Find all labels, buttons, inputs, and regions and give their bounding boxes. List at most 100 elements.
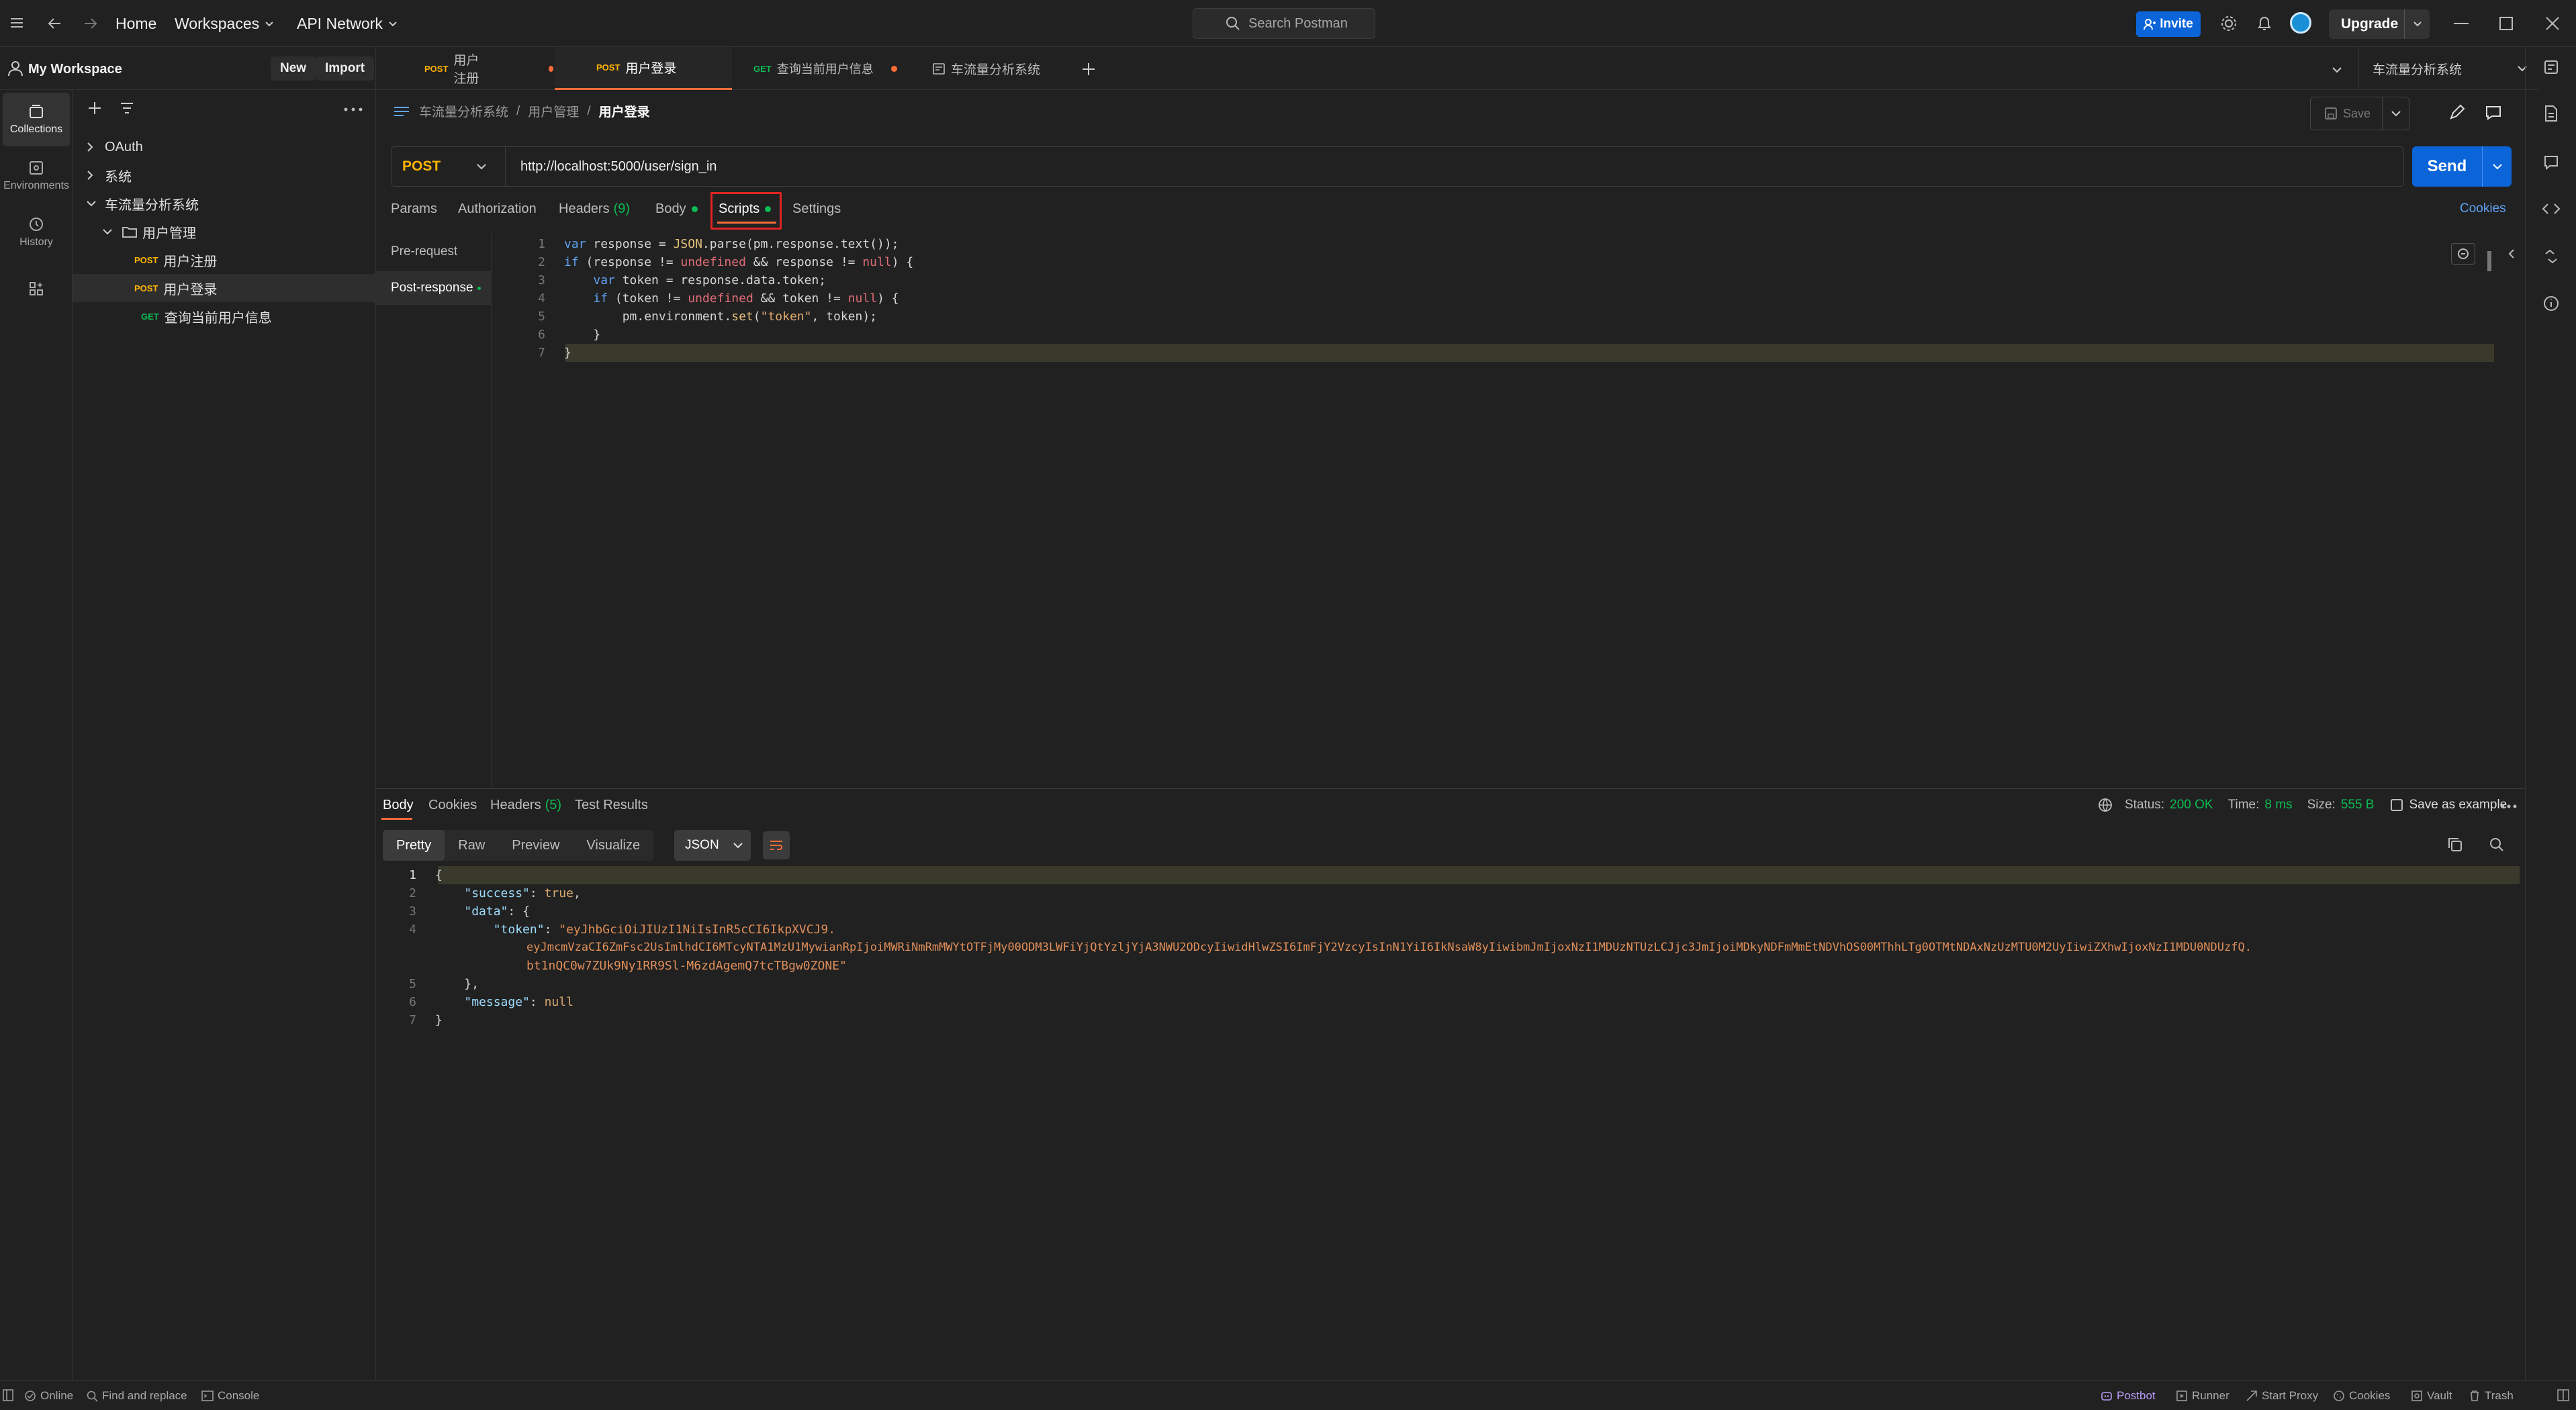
status-value[interactable]: 200 OK bbox=[2170, 798, 2213, 812]
related-collections-icon[interactable] bbox=[2543, 248, 2559, 265]
request-get-current-user[interactable]: GET 查询当前用户信息 bbox=[73, 302, 376, 330]
console-button[interactable]: Console bbox=[201, 1389, 259, 1403]
collection-system[interactable]: 系统 bbox=[73, 161, 376, 189]
method-select[interactable]: POST bbox=[392, 146, 506, 187]
request-user-register[interactable]: POST 用户注册 bbox=[73, 246, 376, 274]
collection-oauth[interactable]: OAuth bbox=[73, 133, 376, 161]
tab-pre-request[interactable]: Pre-request bbox=[391, 244, 457, 259]
tab-scripts[interactable]: Scripts bbox=[719, 201, 772, 217]
breadcrumb-folder[interactable]: 用户管理 bbox=[528, 102, 579, 120]
workspaces-menu[interactable]: Workspaces bbox=[175, 15, 274, 33]
cookies-button[interactable]: Cookies bbox=[2333, 1389, 2390, 1403]
home-link[interactable]: Home bbox=[116, 15, 156, 33]
response-tab-test-results[interactable]: Test Results bbox=[575, 798, 648, 813]
new-tab-icon[interactable] bbox=[1081, 62, 1096, 77]
send-dropdown[interactable] bbox=[2482, 146, 2512, 187]
settings-gear-icon[interactable] bbox=[2220, 15, 2238, 32]
environment-quicklook-icon[interactable] bbox=[2543, 59, 2559, 75]
environment-selector[interactable]: 车流量分析系统 bbox=[2358, 47, 2538, 90]
view-pretty[interactable]: Pretty bbox=[383, 830, 445, 861]
search-bar[interactable]: Search Postman bbox=[1193, 8, 1375, 39]
comments-icon[interactable] bbox=[2543, 154, 2559, 171]
rail-environments[interactable]: Environments bbox=[3, 149, 70, 203]
back-arrow-icon[interactable] bbox=[47, 16, 63, 31]
tab-user-register[interactable]: POST 用户注册 bbox=[376, 47, 553, 90]
view-visualize[interactable]: Visualize bbox=[573, 830, 653, 861]
tab-headers[interactable]: Headers (9) bbox=[559, 201, 630, 217]
hamburger-menu-icon[interactable] bbox=[9, 16, 24, 30]
tab-user-login[interactable]: POST 用户登录 bbox=[555, 47, 732, 90]
workspace-name[interactable]: My Workspace bbox=[28, 62, 122, 77]
more-options-icon[interactable] bbox=[344, 107, 363, 111]
trash-button[interactable]: Trash bbox=[2469, 1389, 2514, 1403]
send-button[interactable]: Send bbox=[2412, 146, 2512, 187]
online-status[interactable]: Online bbox=[24, 1389, 73, 1403]
save-button[interactable]: Save bbox=[2310, 97, 2409, 130]
response-tab-headers[interactable]: Headers (5) bbox=[490, 798, 561, 813]
breadcrumb-collection[interactable]: 车流量分析系统 bbox=[419, 102, 508, 120]
response-tab-body[interactable]: Body bbox=[383, 798, 414, 813]
start-proxy-button[interactable]: Start Proxy bbox=[2246, 1389, 2318, 1403]
new-button[interactable]: New bbox=[271, 56, 316, 81]
tab-post-response[interactable]: Post-response bbox=[376, 271, 492, 305]
edit-pencil-icon[interactable] bbox=[2448, 103, 2466, 121]
collapse-panel-icon[interactable] bbox=[2508, 248, 2516, 259]
import-button[interactable]: Import bbox=[316, 56, 375, 81]
size-value[interactable]: 555 B bbox=[2341, 798, 2375, 812]
tab-body[interactable]: Body bbox=[655, 201, 698, 217]
request-user-login[interactable]: POST 用户登录 bbox=[73, 274, 376, 302]
rail-history[interactable]: History bbox=[3, 205, 70, 259]
forward-arrow-icon[interactable] bbox=[82, 16, 98, 31]
documentation-icon[interactable] bbox=[2543, 105, 2559, 122]
save-as-example-button[interactable]: Save as example bbox=[2409, 798, 2507, 812]
tab-get-current-user[interactable]: GET 查询当前用户信息 bbox=[733, 47, 911, 90]
tab-authorization[interactable]: Authorization bbox=[458, 201, 537, 217]
wrap-lines-button[interactable] bbox=[763, 831, 790, 859]
editor-scrollbar[interactable] bbox=[2487, 251, 2491, 271]
api-network-menu[interactable]: API Network bbox=[297, 15, 398, 33]
minimize-icon[interactable] bbox=[2454, 23, 2469, 24]
search-response-icon[interactable] bbox=[2489, 837, 2505, 853]
response-tab-cookies[interactable]: Cookies bbox=[428, 798, 477, 813]
cookies-link[interactable]: Cookies bbox=[2460, 201, 2506, 216]
code-editor[interactable]: 1 var response = JSON.parse(pm.response.t… bbox=[518, 235, 2494, 369]
copy-icon[interactable] bbox=[2447, 837, 2463, 853]
upgrade-dropdown[interactable] bbox=[2404, 9, 2430, 39]
code-icon[interactable] bbox=[2542, 201, 2561, 216]
avatar[interactable] bbox=[2290, 12, 2311, 34]
layout-toggle-icon[interactable] bbox=[2557, 1389, 2569, 1401]
add-collection-icon[interactable] bbox=[87, 101, 102, 115]
panel-divider[interactable] bbox=[376, 788, 2525, 789]
rail-more[interactable] bbox=[3, 262, 70, 316]
collection-traffic-analysis[interactable]: 车流量分析系统 bbox=[73, 189, 376, 218]
folder-user-management[interactable]: 用户管理 bbox=[73, 218, 376, 246]
upgrade-button[interactable]: Upgrade bbox=[2329, 9, 2430, 39]
comment-icon[interactable] bbox=[2485, 105, 2502, 121]
response-more-icon[interactable] bbox=[2501, 804, 2517, 808]
runner-button[interactable]: Runner bbox=[2176, 1389, 2229, 1403]
postbot-button[interactable]: Postbot bbox=[2101, 1389, 2156, 1403]
sidebar-toggle-icon[interactable] bbox=[3, 1389, 13, 1401]
tab-collection-overview[interactable]: 车流量分析系统 bbox=[912, 47, 1046, 90]
url-input[interactable]: http://localhost:5000/user/sign_in bbox=[520, 159, 717, 175]
save-dropdown[interactable] bbox=[2382, 97, 2409, 130]
rail-collections[interactable]: Collections bbox=[3, 93, 70, 146]
globe-icon[interactable] bbox=[2098, 798, 2113, 812]
format-select[interactable]: JSON bbox=[674, 830, 751, 861]
view-preview[interactable]: Preview bbox=[498, 830, 573, 861]
find-replace-button[interactable]: Find and replace bbox=[86, 1389, 187, 1403]
tabs-overflow-icon[interactable] bbox=[2332, 66, 2342, 74]
snippets-toggle-icon[interactable] bbox=[2451, 243, 2475, 265]
notifications-bell-icon[interactable] bbox=[2256, 15, 2272, 32]
info-icon[interactable] bbox=[2543, 295, 2559, 312]
tab-params[interactable]: Params bbox=[391, 201, 437, 217]
invite-button[interactable]: Invite bbox=[2136, 11, 2201, 37]
maximize-icon[interactable] bbox=[2499, 17, 2513, 30]
vault-button[interactable]: Vault bbox=[2411, 1389, 2452, 1403]
time-value[interactable]: 8 ms bbox=[2264, 798, 2292, 812]
response-body[interactable]: 1{ 2 "success": true, 3 "data": { 4 "tok… bbox=[0, 866, 2525, 1054]
tab-settings[interactable]: Settings bbox=[792, 201, 841, 217]
close-icon[interactable] bbox=[2545, 16, 2560, 31]
view-raw[interactable]: Raw bbox=[445, 830, 498, 861]
filter-icon[interactable] bbox=[120, 102, 134, 114]
